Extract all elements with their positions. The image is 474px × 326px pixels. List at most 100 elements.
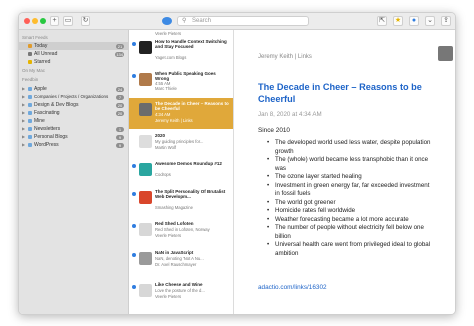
unread-dot-icon bbox=[132, 42, 136, 46]
open-browser-icon[interactable]: ⇱ bbox=[377, 16, 387, 26]
sidebar-item-fascinating[interactable]: ▶ Fascinating 20 bbox=[19, 109, 128, 117]
timeline-item-summary: NaN, denoting 'Not A Nu... bbox=[155, 256, 204, 261]
sidebar-item-label: Design & Dev Blogs bbox=[34, 102, 79, 108]
timeline-item-feed: Smashing Magazine bbox=[155, 205, 193, 210]
feed-avatar bbox=[139, 103, 152, 116]
list-item: Investment in green energy far, far exce… bbox=[267, 182, 435, 199]
disclosure-triangle-icon[interactable]: ▶ bbox=[22, 85, 25, 93]
article-feed-name[interactable]: Jeremy Keith | Links bbox=[258, 54, 312, 60]
timeline-item-title: The Decade in Cheer – Reasons to be Chee… bbox=[155, 101, 229, 112]
feed-avatar bbox=[139, 223, 152, 236]
sidebar-item-label: Newsletters bbox=[34, 126, 61, 132]
unread-dot-icon bbox=[132, 192, 136, 196]
timeline-item-title: 2020 bbox=[155, 133, 166, 138]
close-window-button[interactable] bbox=[24, 18, 30, 24]
unread-count-badge: 9 bbox=[116, 142, 124, 148]
timeline-item[interactable]: The Split Personality Of Brutalist Web D… bbox=[129, 188, 233, 213]
feed-avatar bbox=[139, 191, 152, 204]
unread-count-badge: 20 bbox=[116, 110, 124, 116]
timeline-item-title: NaN in JavaScript bbox=[155, 250, 194, 255]
list-item: Weather forecasting became a lot more ac… bbox=[267, 216, 435, 225]
feed-avatar bbox=[139, 73, 152, 86]
timeline-item-selected[interactable]: The Decade in Cheer – Reasons to be Chee… bbox=[129, 98, 233, 129]
timeline-item[interactable]: Awesome Demos Roundup #12 Codrops bbox=[129, 160, 233, 185]
search-placeholder: Search bbox=[192, 18, 212, 24]
disclosure-triangle-icon[interactable]: ▶ bbox=[22, 109, 25, 117]
unread-count-badge: 7 bbox=[116, 94, 124, 100]
timeline-item[interactable]: Like Cheese and Wine Love the posture of… bbox=[129, 281, 233, 306]
sidebar-item-label: WordPress bbox=[34, 142, 59, 148]
star-icon bbox=[28, 60, 32, 64]
disclosure-triangle-icon[interactable]: ▶ bbox=[22, 93, 25, 101]
sidebar-item-newsletters[interactable]: ▶ Newsletters 1 bbox=[19, 125, 128, 133]
feed-avatar bbox=[139, 41, 152, 54]
new-folder-icon[interactable]: ▭ bbox=[63, 16, 73, 26]
unread-dot-icon bbox=[132, 164, 136, 168]
folder-icon bbox=[28, 87, 32, 91]
unread-dot-icon bbox=[132, 253, 136, 257]
sidebar-item-apple[interactable]: ▶ Apple 24 bbox=[19, 85, 128, 93]
timeline-item[interactable]: Red Shed Lofoten Red Shed in Lofoten, No… bbox=[129, 220, 233, 245]
list-item: Universal health care went from privileg… bbox=[267, 241, 435, 258]
disclosure-triangle-icon[interactable]: ▶ bbox=[22, 101, 25, 109]
share-icon[interactable]: ⇪ bbox=[441, 16, 451, 26]
unread-dot-icon bbox=[132, 285, 136, 289]
timeline-item[interactable]: NaN in JavaScript NaN, denoting 'Not A N… bbox=[129, 249, 233, 274]
timeline-item-time: 4:34 AM bbox=[155, 112, 171, 117]
sidebar-item-companies[interactable]: ▶ Companies / Projects / Organizations 7 bbox=[19, 93, 128, 101]
list-item: The ozone layer started healing bbox=[267, 173, 435, 182]
timeline-item-feed: Dr. Axel Rauschmayer bbox=[155, 262, 197, 267]
folder-icon bbox=[28, 103, 32, 107]
timeline-item-title: Red Shed Lofoten bbox=[155, 221, 194, 226]
sidebar-item-design-dev[interactable]: ▶ Design & Dev Blogs 20 bbox=[19, 101, 128, 109]
minimize-window-button[interactable] bbox=[32, 18, 38, 24]
toggle-read-icon[interactable] bbox=[162, 17, 172, 25]
disclosure-triangle-icon[interactable]: ▶ bbox=[22, 117, 25, 125]
sidebar-item-label: Mine bbox=[34, 118, 45, 124]
sun-icon bbox=[28, 44, 32, 48]
sidebar-item-all-unread[interactable]: All Unread 134 bbox=[19, 50, 128, 58]
article-title[interactable]: The Decade in Cheer – Reasons to be Chee… bbox=[258, 82, 438, 105]
article-source-link[interactable]: adactio.com/links/16302 bbox=[258, 284, 327, 291]
sidebar-item-starred[interactable]: Starred bbox=[19, 58, 128, 66]
unread-count-badge: 20 bbox=[116, 102, 124, 108]
unread-dot-icon bbox=[132, 74, 136, 78]
unread-count-badge: 24 bbox=[116, 86, 124, 92]
add-feed-icon[interactable]: + bbox=[50, 16, 59, 26]
timeline-item-summary: My guiding principles for... bbox=[155, 139, 204, 144]
sidebar-item-label: Apple bbox=[34, 86, 47, 92]
star-icon[interactable]: ★ bbox=[393, 16, 403, 26]
next-unread-icon[interactable]: ⌄ bbox=[425, 16, 435, 26]
disclosure-triangle-icon[interactable]: ▶ bbox=[22, 133, 25, 141]
feed-avatar bbox=[139, 284, 152, 297]
sidebar-item-today[interactable]: Today 21 bbox=[19, 42, 128, 50]
timeline-item-feed: Jeremy Keith | Links bbox=[155, 118, 193, 123]
folder-icon bbox=[28, 111, 32, 115]
sidebar-item-label: Starred bbox=[34, 59, 51, 65]
sidebar-item-personal-blogs[interactable]: ▶ Personal Blogs 9 bbox=[19, 133, 128, 141]
toolbar: + ▭ ↻ ⚲ Search ⇱ ★ ● ⌄ ⇪ bbox=[19, 13, 455, 30]
timeline-item[interactable]: How to Handle Context Switching and Stay… bbox=[129, 38, 233, 63]
sidebar-item-mine[interactable]: ▶ Mine bbox=[19, 117, 128, 125]
unread-dot-icon bbox=[132, 224, 136, 228]
sidebar-item-label: Companies / Projects / Organizations bbox=[34, 94, 109, 99]
timeline-item-feed: Veerle Pieters bbox=[155, 233, 182, 238]
timeline-item-feed: Codrops bbox=[155, 172, 171, 177]
mark-unread-icon[interactable]: ● bbox=[409, 16, 419, 26]
folder-icon bbox=[28, 135, 32, 139]
disclosure-triangle-icon[interactable]: ▶ bbox=[22, 125, 25, 133]
timeline-item-title: Awesome Demos Roundup #12 bbox=[155, 161, 222, 166]
zoom-window-button[interactable] bbox=[40, 18, 46, 24]
timeline-item[interactable]: 2020 My guiding principles for... Martin… bbox=[129, 132, 233, 157]
refresh-icon[interactable]: ↻ bbox=[81, 16, 90, 26]
timeline-item[interactable]: When Public Speaking Goes Wrong 4:55 AM … bbox=[129, 70, 233, 95]
folder-icon bbox=[28, 143, 32, 147]
article-date: Jan 8, 2020 at 4:34 AM bbox=[258, 111, 322, 118]
disclosure-triangle-icon[interactable]: ▶ bbox=[22, 141, 25, 149]
timeline-item-title: The Split Personality Of Brutalist Web D… bbox=[155, 189, 226, 200]
unread-count-badge: 21 bbox=[116, 43, 124, 49]
search-input[interactable]: ⚲ Search bbox=[162, 16, 309, 26]
unread-count-badge: 1 bbox=[116, 126, 124, 132]
timeline-item-feed: Martin Wolf bbox=[155, 145, 177, 150]
sidebar-item-wordpress[interactable]: ▶ WordPress 9 bbox=[19, 141, 128, 149]
